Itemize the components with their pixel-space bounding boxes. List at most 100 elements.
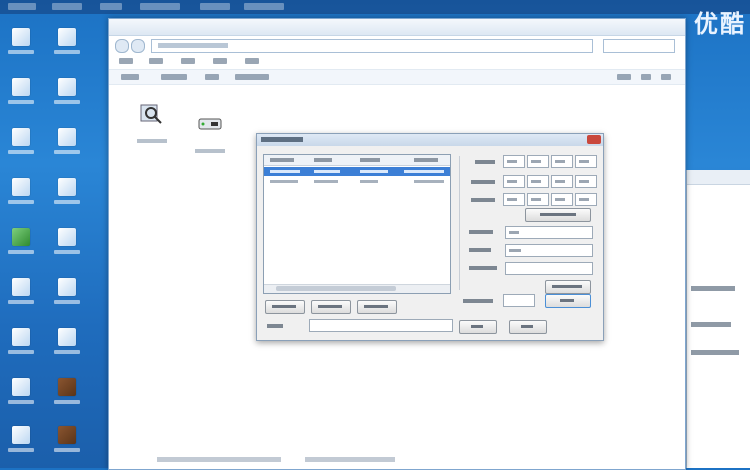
entry-list[interactable] [263, 154, 451, 294]
toolbar-button[interactable] [205, 74, 219, 80]
desktop-icon[interactable] [6, 76, 36, 110]
menu-item[interactable] [213, 58, 227, 64]
document-icon [12, 78, 30, 96]
list-item[interactable] [264, 177, 450, 186]
close-icon[interactable] [587, 135, 601, 144]
desktop-icon[interactable] [52, 176, 82, 210]
list-item[interactable] [264, 167, 450, 176]
document-icon [58, 28, 76, 46]
app-icon [12, 328, 30, 346]
taskbar-item[interactable] [244, 3, 284, 10]
help-icon[interactable] [661, 74, 671, 80]
back-icon[interactable] [115, 39, 129, 53]
taskbar-item[interactable] [200, 3, 230, 10]
desktop-icon[interactable] [52, 326, 82, 360]
value-spinner[interactable] [527, 155, 549, 168]
app-icon [58, 278, 76, 296]
desktop-icon[interactable] [6, 176, 36, 210]
status-text [305, 457, 395, 462]
desktop-icon[interactable] [6, 376, 36, 410]
value-spinner[interactable] [527, 175, 549, 188]
layout-button[interactable] [641, 74, 651, 80]
toolbar-button[interactable] [235, 74, 269, 80]
desktop-icon[interactable] [52, 376, 82, 410]
field-label [469, 248, 491, 252]
toolbar-button[interactable] [161, 74, 187, 80]
desktop-icon[interactable] [52, 26, 82, 60]
desktop-icon-computer[interactable] [6, 26, 36, 60]
archive-icon [58, 378, 76, 396]
value-spinner[interactable] [551, 155, 573, 168]
name-field[interactable] [309, 319, 453, 332]
dialog-titlebar [257, 134, 603, 146]
menu-item[interactable] [181, 58, 195, 64]
value-spinner[interactable] [575, 155, 597, 168]
delete-button[interactable] [357, 300, 397, 314]
desktop-icon[interactable] [52, 424, 82, 458]
text-field[interactable] [505, 262, 593, 275]
ok-button[interactable] [459, 320, 497, 334]
value-spinner[interactable] [551, 193, 573, 206]
desktop-icon[interactable] [52, 226, 82, 260]
taskbar-item[interactable] [8, 3, 36, 10]
text-field[interactable] [505, 226, 593, 239]
value-spinner[interactable] [527, 193, 549, 206]
column-header[interactable] [360, 158, 380, 162]
desktop-icon[interactable] [6, 424, 36, 458]
address-bar[interactable] [151, 39, 593, 53]
app-icon [58, 228, 76, 246]
desktop-icon[interactable] [52, 276, 82, 310]
breadcrumb [158, 43, 228, 48]
field-label [469, 230, 493, 234]
save-button[interactable] [545, 294, 591, 308]
magnifier-icon [140, 104, 162, 124]
desktop-icon[interactable] [52, 76, 82, 110]
menu-item[interactable] [245, 58, 259, 64]
brand-watermark: 优酷 [694, 10, 746, 38]
menu-item[interactable] [149, 58, 163, 64]
text-line [691, 350, 739, 355]
search-input[interactable] [603, 39, 675, 53]
disk-icon [198, 118, 222, 130]
toolbar-button[interactable] [121, 74, 139, 80]
drive-item[interactable] [189, 111, 229, 161]
value-spinner[interactable] [503, 175, 525, 188]
list-header [264, 155, 450, 166]
text-field[interactable] [505, 244, 593, 257]
cancel-button[interactable] [509, 320, 547, 334]
item-label [137, 139, 167, 143]
text-line [691, 322, 731, 327]
desktop-icon[interactable] [6, 326, 36, 360]
value-spinner[interactable] [503, 155, 525, 168]
advanced-button[interactable] [525, 208, 591, 222]
taskbar-item[interactable] [52, 3, 82, 10]
desktop-icon[interactable] [52, 126, 82, 160]
desktop-icon[interactable] [6, 126, 36, 160]
edit-button[interactable] [311, 300, 351, 314]
horizontal-scrollbar[interactable] [264, 284, 450, 293]
menu-item[interactable] [119, 58, 133, 64]
column-header[interactable] [314, 158, 332, 162]
background-window-header [687, 170, 750, 185]
taskbar-item[interactable] [100, 3, 122, 10]
add-button[interactable] [265, 300, 305, 314]
value-spinner[interactable] [503, 193, 525, 206]
value-spinner[interactable] [575, 193, 597, 206]
scrollbar-thumb[interactable] [276, 286, 396, 291]
desktop-icon[interactable] [6, 276, 36, 310]
column-header[interactable] [414, 158, 438, 162]
drive-item[interactable] [131, 101, 171, 151]
small-field[interactable] [503, 294, 535, 307]
document-icon [58, 78, 76, 96]
value-spinner[interactable] [575, 175, 597, 188]
taskbar-item[interactable] [140, 3, 180, 10]
apply-button[interactable] [545, 280, 591, 294]
column-header[interactable] [270, 158, 294, 162]
window-titlebar [109, 19, 685, 36]
forward-icon[interactable] [131, 39, 145, 53]
computer-icon [12, 28, 30, 46]
value-spinner[interactable] [551, 175, 573, 188]
network-icon [12, 128, 30, 146]
desktop-icon[interactable] [6, 226, 36, 260]
view-options-button[interactable] [617, 74, 631, 80]
